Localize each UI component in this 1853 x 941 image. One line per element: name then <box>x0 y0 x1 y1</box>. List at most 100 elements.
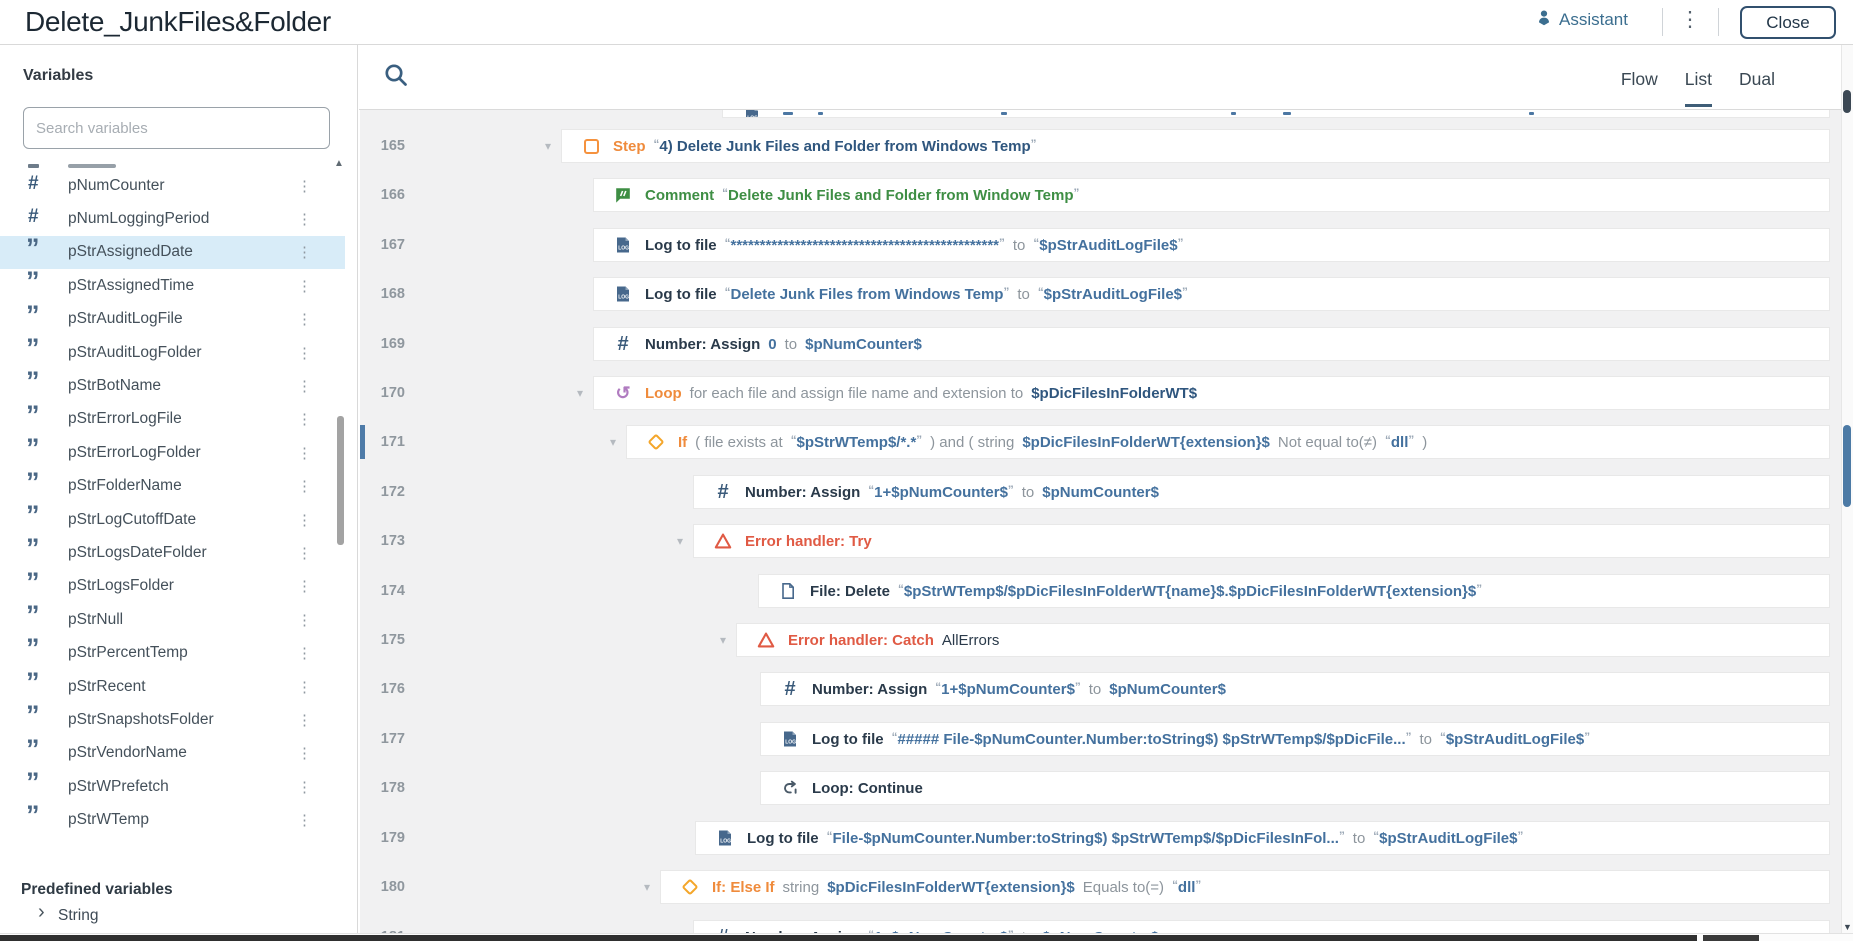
variable-item-pStrSnapshotsFolder[interactable]: ”pStrSnapshotsFolder⋮ <box>0 703 345 736</box>
action-row-167[interactable]: LOGLog to file“*************************… <box>593 228 1830 262</box>
assistant-icon <box>1536 9 1552 31</box>
action-text-segment: Loop <box>645 385 682 402</box>
assistant-button[interactable]: Assistant <box>1536 9 1628 31</box>
action-row-180[interactable]: If: Else Ifstring$pDicFilesInFolderWT{ex… <box>660 870 1830 904</box>
variable-item-pStrVendorName[interactable]: ”pStrVendorName⋮ <box>0 737 345 770</box>
variable-name: pNumCounter <box>68 177 165 195</box>
variable-menu-icon[interactable]: ⋮ <box>297 310 313 328</box>
action-row-172[interactable]: #Number: Assign“1+$pNumCounter$”to$pNumC… <box>693 475 1830 509</box>
action-row-176[interactable]: #Number: Assign“1+$pNumCounter$”to$pNumC… <box>760 672 1830 706</box>
collapse-chevron-icon[interactable]: ▾ <box>610 435 622 449</box>
string-type-icon: ” <box>26 300 40 331</box>
collapse-chevron-icon[interactable]: ▾ <box>677 534 689 548</box>
variable-item-pStrErrorLogFile[interactable]: ”pStrErrorLogFile⋮ <box>0 403 345 436</box>
variable-item-pStrNull[interactable]: ”pStrNull⋮ <box>0 603 345 636</box>
tab-dual[interactable]: Dual <box>1739 69 1775 107</box>
page-title: Delete_JunkFiles&Folder <box>25 6 331 38</box>
collapse-chevron-icon[interactable]: ▾ <box>577 386 589 400</box>
variable-item-pStrAuditLogFolder[interactable]: ”pStrAuditLogFolder⋮ <box>0 336 345 369</box>
variable-menu-icon[interactable]: ⋮ <box>297 444 313 462</box>
variable-item-pStrBotName[interactable]: ”pStrBotName⋮ <box>0 369 345 402</box>
action-row-179[interactable]: LOGLog to file“File-$pNumCounter.Number:… <box>695 821 1830 855</box>
variable-item-pStrAssignedTime[interactable]: ”pStrAssignedTime⋮ <box>0 269 345 302</box>
row-number: 166 <box>369 187 405 203</box>
panel-scrollbar-thumb[interactable] <box>337 416 344 545</box>
action-row-173[interactable]: Error handler: Try <box>693 524 1830 558</box>
variable-menu-icon[interactable]: ⋮ <box>297 744 313 762</box>
variable-menu-icon[interactable]: ⋮ <box>297 577 313 595</box>
collapse-chevron-icon[interactable]: ▾ <box>644 880 656 894</box>
search-variables-input[interactable] <box>23 107 330 149</box>
tab-flow[interactable]: Flow <box>1621 69 1658 107</box>
variable-item-pStrAssignedDate[interactable]: ”pStrAssignedDate⋮ <box>0 236 345 269</box>
vertical-scrollbar-top-thumb[interactable] <box>1843 90 1851 113</box>
action-row-178[interactable]: Loop: Continue <box>760 771 1830 805</box>
variable-menu-icon[interactable]: ⋮ <box>297 344 313 362</box>
variable-menu-icon[interactable]: ⋮ <box>297 678 313 696</box>
vertical-scrollbar-thumb[interactable] <box>1843 425 1851 507</box>
variable-item-pStrPercentTemp[interactable]: ”pStrPercentTemp⋮ <box>0 636 345 669</box>
collapse-chevron-icon[interactable]: ▾ <box>545 139 557 153</box>
action-row-168[interactable]: LOGLog to file“Delete Junk Files from Wi… <box>593 277 1830 311</box>
variable-menu-icon[interactable]: ⋮ <box>297 711 313 729</box>
scroll-down-arrow-icon[interactable]: ▼ <box>1843 922 1852 932</box>
action-row-170[interactable]: ↺Loopfor each file and assign file name … <box>593 376 1830 410</box>
horizontal-scrollbar-piece[interactable] <box>1703 935 1759 941</box>
action-text-segment: $pNumCounter$ <box>1042 484 1159 501</box>
action-row-177[interactable]: LOGLog to file“##### File-$pNumCounter.N… <box>760 722 1830 756</box>
predefined-group-string[interactable]: ›String <box>0 899 345 932</box>
action-row-166[interactable]: Comment“Delete Junk Files and Folder fro… <box>593 178 1830 212</box>
action-text-segment: $pDicFilesInFolderWT{extension}$ <box>1022 434 1270 451</box>
action-row-174[interactable]: File: Delete“$pStrWTemp$/$pDicFilesInFol… <box>758 574 1830 608</box>
search-icon[interactable] <box>383 62 409 93</box>
row-number: 170 <box>369 385 405 401</box>
action-text-segment: AllErrors <box>942 632 1000 649</box>
action-row-165[interactable]: Step“4) Delete Junk Files and Folder fro… <box>561 129 1830 163</box>
variable-item-pNumLoggingPeriod[interactable]: #pNumLoggingPeriod⋮ <box>0 202 345 235</box>
action-row-171[interactable]: If( file exists at“$pStrWTemp$/*.*”) and… <box>626 425 1830 459</box>
variable-item-pStrWPrefetch[interactable]: ”pStrWPrefetch⋮ <box>0 770 345 803</box>
string-type-icon: ” <box>26 500 40 531</box>
variable-item-pStrRecent[interactable]: ”pStrRecent⋮ <box>0 670 345 703</box>
log-to-file-icon: LOG <box>614 236 632 254</box>
variable-menu-icon[interactable]: ⋮ <box>297 477 313 495</box>
action-text-segment: “4) Delete Junk Files and Folder from Wi… <box>654 138 1037 155</box>
variable-menu-icon[interactable]: ⋮ <box>297 243 313 261</box>
horizontal-scrollbar-thumb[interactable] <box>0 935 1697 941</box>
variable-menu-icon[interactable]: ⋮ <box>297 410 313 428</box>
variable-item-pStrLogsDateFolder[interactable]: ”pStrLogsDateFolder⋮ <box>0 536 345 569</box>
action-row-clipped[interactable]: LOG <box>722 110 1830 118</box>
collapse-chevron-icon[interactable]: ▾ <box>720 633 732 647</box>
variable-menu-icon[interactable]: ⋮ <box>297 544 313 562</box>
variable-item-pStrErrorLogFolder[interactable]: ”pStrErrorLogFolder⋮ <box>0 436 345 469</box>
variable-item-pStrAuditLogFile[interactable]: ”pStrAuditLogFile⋮ <box>0 303 345 336</box>
variable-name: pStrVendorName <box>68 744 187 762</box>
tab-list-active[interactable]: List <box>1685 69 1712 107</box>
variable-menu-icon[interactable]: ⋮ <box>297 778 313 796</box>
variable-item-pStrLogsFolder[interactable]: ”pStrLogsFolder⋮ <box>0 570 345 603</box>
variable-item-pStrWTemp[interactable]: ”pStrWTemp⋮ <box>0 803 345 836</box>
scroll-up-arrow-icon[interactable]: ▲ <box>334 158 344 169</box>
more-options-icon[interactable]: ⋮ <box>1678 7 1702 32</box>
row-number: 175 <box>369 632 405 648</box>
log-to-file-icon: LOG <box>781 730 799 748</box>
variable-menu-icon[interactable]: ⋮ <box>297 177 313 195</box>
action-text-segment: $pDicFilesInFolderWT$ <box>1031 385 1197 402</box>
variable-item-pStrLogCutoffDate[interactable]: ”pStrLogCutoffDate⋮ <box>0 503 345 536</box>
variable-menu-icon[interactable]: ⋮ <box>297 210 313 228</box>
variable-menu-icon[interactable]: ⋮ <box>297 511 313 529</box>
variable-menu-icon[interactable]: ⋮ <box>297 811 313 829</box>
action-row-169[interactable]: #Number: Assign0to$pNumCounter$ <box>593 327 1830 361</box>
string-type-icon: ” <box>26 366 40 397</box>
variable-menu-icon[interactable]: ⋮ <box>297 377 313 395</box>
string-type-icon: ” <box>26 333 40 364</box>
variables-panel: Variables #pNumCounter⋮#pNumLoggingPerio… <box>0 45 358 941</box>
action-row-175[interactable]: Error handler: CatchAllErrors <box>736 623 1830 657</box>
variable-menu-icon[interactable]: ⋮ <box>297 644 313 662</box>
close-button[interactable]: Close <box>1740 6 1836 39</box>
variable-item-pNumCounter[interactable]: #pNumCounter⋮ <box>0 169 345 202</box>
variable-menu-icon[interactable]: ⋮ <box>297 277 313 295</box>
variable-menu-icon[interactable]: ⋮ <box>297 611 313 629</box>
variable-item-pStrFolderName[interactable]: ”pStrFolderName⋮ <box>0 470 345 503</box>
row-number: 167 <box>369 237 405 253</box>
